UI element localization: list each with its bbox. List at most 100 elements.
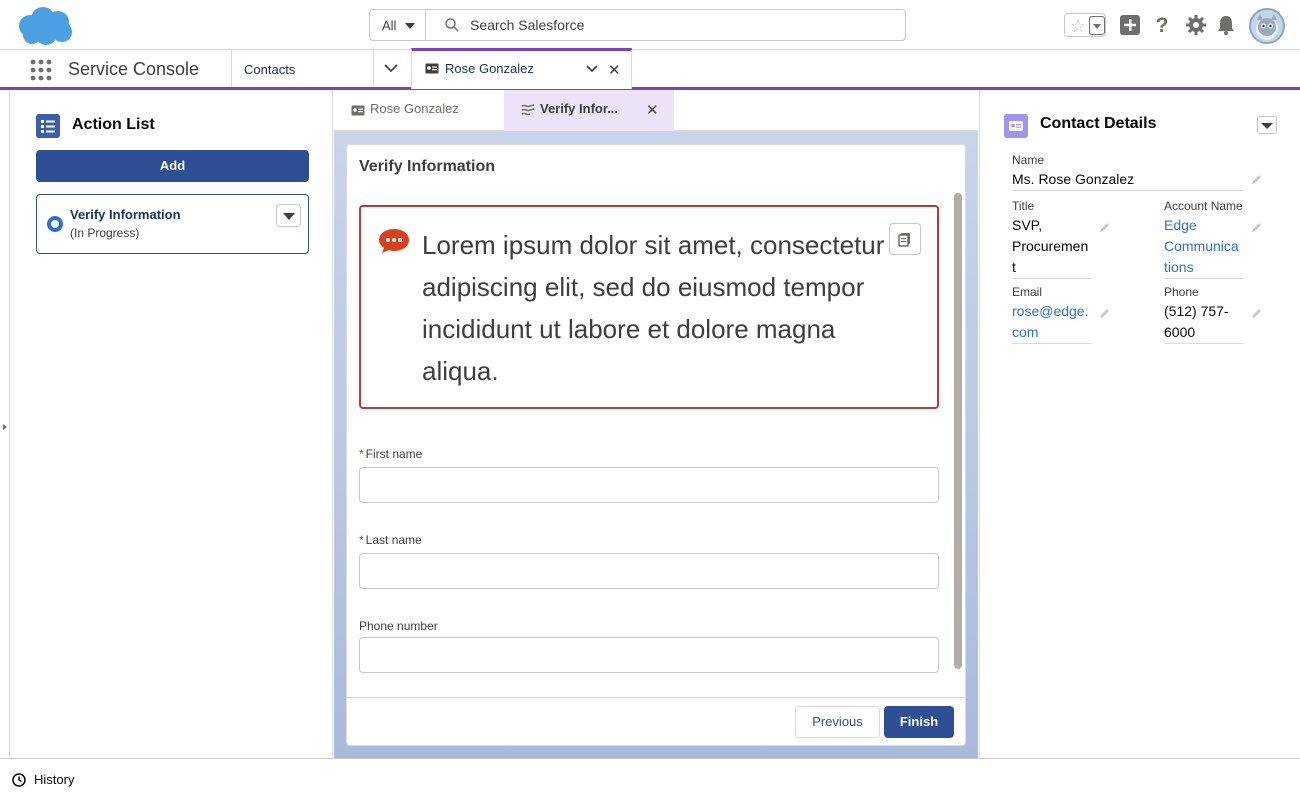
workspace-tab-label: Rose Gonzalez xyxy=(445,61,534,76)
chevron-down-icon[interactable] xyxy=(586,65,598,73)
astro-avatar-icon xyxy=(1256,14,1278,40)
subtab-label: Verify Infor... xyxy=(540,101,619,116)
edit-pencil-icon[interactable] xyxy=(1251,308,1262,319)
nav-divider xyxy=(373,50,374,87)
subtab-label: Rose Gonzalez xyxy=(370,101,459,116)
action-item-name: Verify Information xyxy=(70,207,181,222)
account-name-line: Edge xyxy=(1164,217,1197,233)
message-box: Lorem ipsum dolor sit amet, consectetur … xyxy=(359,205,939,409)
email-line: rose@edge. xyxy=(1012,303,1089,319)
workspace-tab-rose-gonzalez[interactable]: Rose Gonzalez ✕ xyxy=(411,48,632,89)
subtab-rose-gonzalez[interactable]: Rose Gonzalez xyxy=(334,90,504,130)
edit-pencil-icon[interactable] xyxy=(1251,174,1262,185)
email-line: com xyxy=(1012,324,1039,340)
search-scope-label: All xyxy=(382,18,397,33)
account-name-line: tions xyxy=(1164,259,1194,275)
action-list-item[interactable]: Verify Information (In Progress) xyxy=(36,194,309,254)
clock-icon xyxy=(12,773,26,787)
app-name: Service Console xyxy=(68,59,200,79)
edit-pencil-icon[interactable] xyxy=(1099,308,1110,319)
account-name-link[interactable]: Edge Communica tions xyxy=(1164,215,1244,279)
add-icon[interactable] xyxy=(1119,14,1141,36)
scrollbar[interactable] xyxy=(954,193,962,669)
contact-card-icon xyxy=(425,63,439,74)
title-value-line: SVP, xyxy=(1012,217,1043,233)
favorites-dropdown-icon[interactable] xyxy=(1089,16,1105,35)
flow-title: Verify Information xyxy=(359,158,496,175)
salesforce-cloud-logo[interactable] xyxy=(16,6,74,46)
previous-button[interactable]: Previous xyxy=(795,706,880,738)
title-value-line: Procuremen xyxy=(1012,238,1089,254)
app-launcher-icon[interactable] xyxy=(30,59,52,81)
nav-item-contacts[interactable]: Contacts xyxy=(244,62,295,77)
item-menu-dropdown-icon[interactable] xyxy=(276,204,301,227)
flow-screen-card: Verify Information Lorem ipsum dolor sit… xyxy=(346,144,966,746)
footer-divider xyxy=(347,697,965,698)
favorites-control[interactable]: ☆ xyxy=(1064,13,1106,37)
copy-icon xyxy=(898,233,910,247)
account-name-label: Account Name xyxy=(1164,199,1243,213)
action-list-panel: Action List Add Verify Information (In P… xyxy=(10,90,333,758)
required-marker: * xyxy=(359,447,364,461)
flow-icon xyxy=(521,104,535,116)
phone-label: Phone xyxy=(1164,285,1199,299)
utility-bar: History xyxy=(0,758,1300,800)
edit-pencil-icon[interactable] xyxy=(1251,222,1262,233)
caret-down-icon xyxy=(405,23,415,29)
expand-arrow-icon xyxy=(3,424,7,430)
first-name-label-text: First name xyxy=(365,447,423,461)
search-input[interactable] xyxy=(470,10,890,40)
contact-card-icon xyxy=(1004,114,1028,138)
panel-title: Action List xyxy=(72,116,155,133)
contact-card-icon xyxy=(351,105,365,116)
phone-number-field[interactable] xyxy=(359,637,939,673)
search-scope-dropdown[interactable]: All xyxy=(370,10,426,40)
notifications-bell-icon[interactable] xyxy=(1215,14,1237,36)
help-icon[interactable]: ? xyxy=(1151,14,1173,36)
history-utility-item[interactable]: History xyxy=(34,772,74,787)
edit-pencil-icon[interactable] xyxy=(1099,222,1110,233)
required-marker: * xyxy=(359,533,364,547)
star-icon[interactable]: ☆ xyxy=(1067,16,1089,36)
account-name-line: Communica xyxy=(1164,238,1239,254)
gear-icon[interactable] xyxy=(1185,14,1207,36)
action-item-status: (In Progress) xyxy=(70,226,140,240)
add-button[interactable]: Add xyxy=(36,150,309,182)
title-value: SVP, Procuremen t xyxy=(1012,215,1092,279)
first-name-label: * First name xyxy=(359,447,422,461)
utility-collapse-handle[interactable] xyxy=(0,90,10,758)
chat-bubble-icon xyxy=(379,229,409,253)
last-name-field[interactable] xyxy=(359,553,939,589)
user-avatar[interactable] xyxy=(1249,8,1285,44)
svg-text:?: ? xyxy=(1156,14,1169,36)
nav-divider xyxy=(231,50,232,87)
name-value: Ms. Rose Gonzalez xyxy=(1012,169,1244,191)
title-value-line: t xyxy=(1012,259,1016,275)
subtab-verify-information[interactable]: Verify Infor... ✕ xyxy=(504,90,674,131)
action-list-icon xyxy=(36,114,60,138)
workspace-main-area: Rose Gonzalez Verify Infor... ✕ Verify I… xyxy=(334,90,978,758)
global-search: All xyxy=(369,9,906,41)
panel-title: Contact Details xyxy=(1040,115,1157,132)
global-header: All ☆ ? xyxy=(0,0,1300,50)
copy-button[interactable] xyxy=(889,223,921,255)
last-name-label: * Last name xyxy=(359,533,422,547)
console-navigation-bar: Service Console Contacts Rose Gonzalez ✕ xyxy=(0,48,1300,90)
first-name-field[interactable] xyxy=(359,467,939,503)
close-icon[interactable]: ✕ xyxy=(646,101,659,119)
name-label: Name xyxy=(1012,153,1045,167)
chevron-down-icon[interactable] xyxy=(384,63,398,73)
title-label: Title xyxy=(1012,199,1035,213)
phone-line: (512) 757- xyxy=(1164,303,1229,319)
email-label: Email xyxy=(1012,285,1043,299)
phone-value: (512) 757- 6000 xyxy=(1164,301,1244,344)
subtab-bar: Rose Gonzalez Verify Infor... ✕ xyxy=(334,90,978,131)
email-link[interactable]: rose@edge. com xyxy=(1012,301,1092,344)
search-icon xyxy=(445,18,459,32)
panel-menu-dropdown-icon[interactable] xyxy=(1257,116,1277,134)
phone-number-label: Phone number xyxy=(359,619,438,633)
message-text: Lorem ipsum dolor sit amet, consectetur … xyxy=(422,230,885,386)
last-name-label-text: Last name xyxy=(365,533,422,547)
close-icon[interactable]: ✕ xyxy=(608,61,621,79)
finish-button[interactable]: Finish xyxy=(884,706,954,738)
